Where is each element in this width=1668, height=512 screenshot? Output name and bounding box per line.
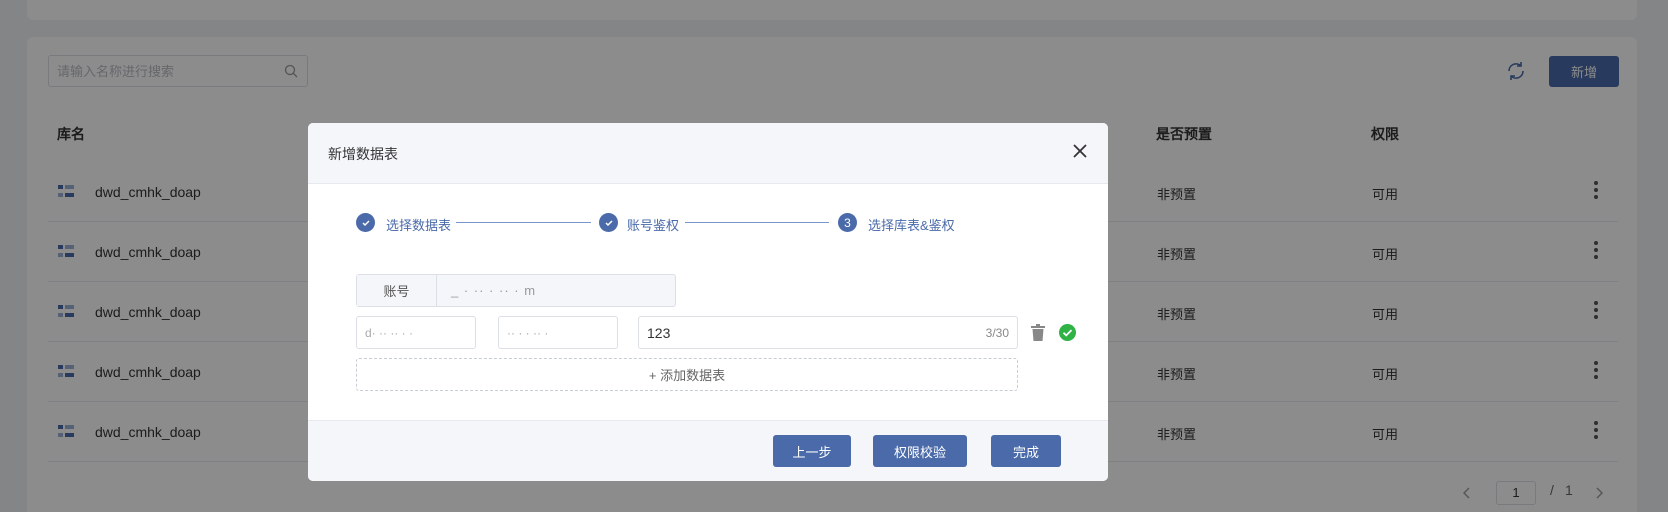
account-field: 账号 _ · ·· · ·· · m bbox=[356, 274, 676, 307]
step-3-number: 3 bbox=[838, 213, 857, 232]
verify-permission-button[interactable]: 权限校验 bbox=[873, 435, 967, 467]
step-2-check-icon bbox=[599, 213, 618, 232]
table-name-value: 123 bbox=[647, 324, 671, 341]
dialog-title: 新增数据表 bbox=[328, 146, 398, 162]
add-table-dialog: 新增数据表 选择数据表 账号鉴权 3 选择库表&鉴权 账号 _ · ·· · ·… bbox=[308, 123, 1108, 481]
database-select[interactable]: d· ·· ·· · · bbox=[356, 316, 476, 349]
step-1-label: 选择数据表 bbox=[386, 218, 452, 233]
step-2-label: 账号鉴权 bbox=[627, 218, 680, 233]
table-name-input[interactable]: 123 3/30 bbox=[638, 316, 1018, 349]
close-icon[interactable] bbox=[1070, 141, 1090, 161]
schema-select[interactable]: ·· · · ·· · bbox=[498, 316, 618, 349]
check-circle-icon bbox=[1059, 324, 1076, 341]
step-1-check-icon bbox=[356, 213, 375, 232]
step-connector bbox=[685, 222, 829, 223]
prev-step-button[interactable]: 上一步 bbox=[773, 435, 851, 467]
finish-button[interactable]: 完成 bbox=[991, 435, 1061, 467]
trash-icon[interactable] bbox=[1031, 324, 1045, 341]
add-table-button[interactable]: + 添加数据表 bbox=[356, 358, 1018, 391]
dialog-header: 新增数据表 bbox=[308, 123, 1108, 184]
char-count: 3/30 bbox=[985, 326, 1009, 340]
dialog-footer bbox=[308, 420, 1108, 481]
step-3-label: 选择库表&鉴权 bbox=[868, 218, 955, 233]
step-connector bbox=[456, 222, 591, 223]
account-label: 账号 bbox=[357, 275, 437, 306]
account-value: _ · ·· · ·· · m bbox=[451, 283, 537, 298]
